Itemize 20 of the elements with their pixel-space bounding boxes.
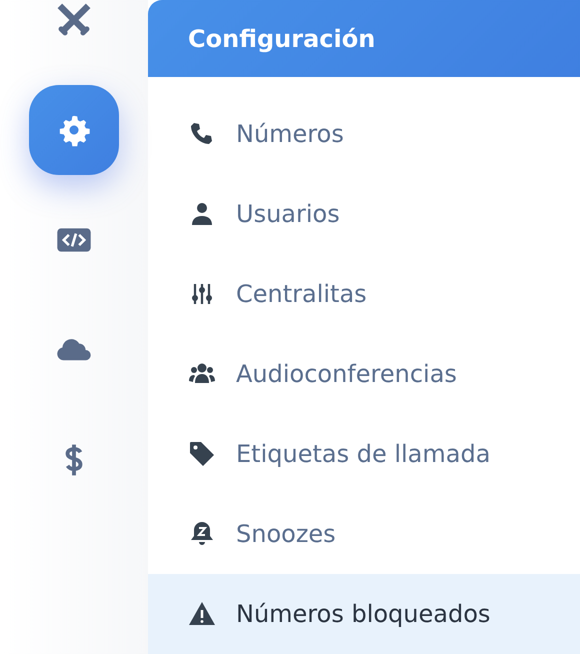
menu-item[interactable]: Snoozes [148, 494, 580, 574]
gear-nav-button[interactable] [29, 85, 119, 175]
menu-item-label: Etiquetas de llamada [236, 440, 490, 468]
menu-item[interactable]: Números bloqueados [148, 574, 580, 654]
menu-item[interactable]: Audioconferencias [148, 334, 580, 414]
panel-title: Configuración [148, 0, 580, 77]
menu-item[interactable]: Etiquetas de llamada [148, 414, 580, 494]
warning-icon [188, 600, 216, 628]
menu-item-label: Centralitas [236, 280, 367, 308]
menu-item[interactable]: Números [148, 94, 580, 174]
menu-item[interactable]: Usuarios [148, 174, 580, 254]
menu-item-label: Snoozes [236, 520, 336, 548]
swords-icon [56, 2, 92, 38]
menu-item-label: Audioconferencias [236, 360, 457, 388]
menu-item[interactable]: Centralitas [148, 254, 580, 334]
tag-icon [188, 440, 216, 468]
bell-icon [188, 520, 216, 548]
menu-item-label: Números [236, 120, 344, 148]
menu-item-label: Números bloqueados [236, 600, 490, 628]
menu-item-label: Usuarios [236, 200, 340, 228]
